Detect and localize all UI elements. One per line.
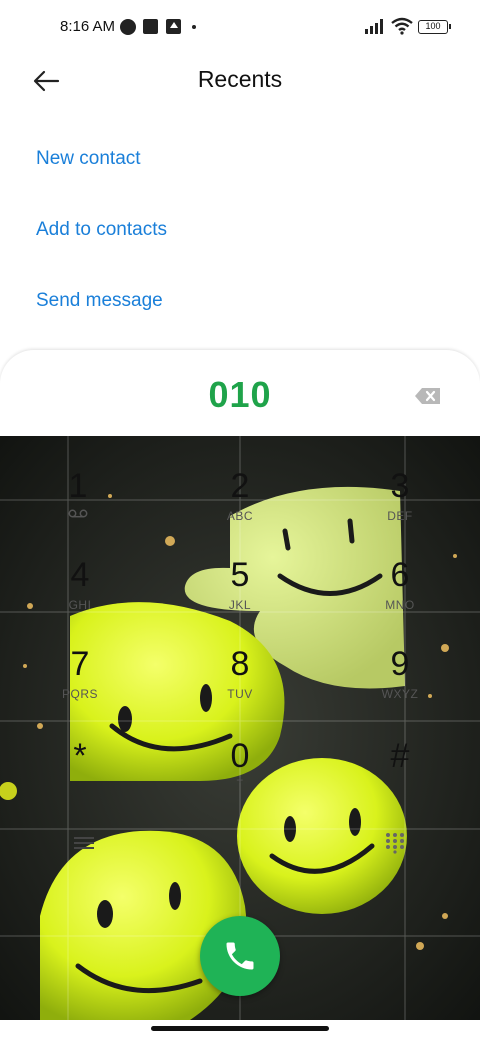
key-hash[interactable]: #	[350, 737, 450, 821]
key-digit: 8	[230, 645, 250, 683]
key-9[interactable]: 9 WXYZ	[350, 645, 450, 729]
key-6[interactable]: 6 MNO	[350, 556, 450, 640]
battery-level: 100	[425, 21, 441, 31]
new-contact-link[interactable]: New contact	[36, 148, 141, 170]
call-button[interactable]	[200, 916, 280, 996]
phone-icon	[226, 942, 254, 970]
status-bar: 8:16 AM 100	[0, 0, 480, 56]
more-notifications-icon	[192, 25, 196, 29]
send-message-link[interactable]: Send message	[36, 290, 163, 312]
status-time: 8:16 AM	[60, 18, 116, 35]
key-letters: MNO	[385, 598, 415, 612]
voicemail-icon	[68, 509, 88, 518]
key-digit: 7	[70, 645, 90, 683]
key-digit: 9	[390, 645, 410, 683]
wifi-icon	[391, 17, 413, 35]
battery-icon: 100	[418, 20, 451, 34]
home-indicator[interactable]	[151, 1026, 329, 1031]
key-star[interactable]: *	[30, 737, 130, 821]
dialpad-toggle-icon[interactable]	[385, 832, 405, 854]
key-letters: TUV	[227, 687, 253, 701]
key-8[interactable]: 8 TUV	[190, 645, 290, 729]
notification-icon	[120, 19, 136, 35]
backspace-icon[interactable]	[414, 386, 442, 406]
key-digit: 3	[390, 467, 410, 505]
key-7[interactable]: 7 PQRS	[30, 645, 130, 729]
key-5[interactable]: 5 JKL	[190, 556, 290, 640]
key-letters: DEF	[387, 509, 413, 523]
key-1[interactable]: 1	[28, 467, 128, 551]
key-digit: 4	[70, 556, 90, 594]
key-digit: 2	[230, 467, 250, 505]
dialed-number: 010	[208, 374, 272, 415]
key-2[interactable]: 2 ABC	[190, 467, 290, 551]
key-3[interactable]: 3 DEF	[350, 467, 450, 551]
key-digit: #	[390, 737, 410, 775]
key-letters: PQRS	[61, 687, 98, 701]
upload-icon	[166, 19, 181, 34]
app-icon	[143, 19, 158, 34]
page-title: Recents	[197, 66, 283, 92]
add-to-contacts-link[interactable]: Add to contacts	[36, 219, 167, 241]
key-digit: 6	[390, 556, 410, 594]
key-digit: *	[73, 737, 87, 775]
menu-icon[interactable]	[74, 835, 94, 851]
key-4[interactable]: 4 GHI	[30, 556, 130, 640]
key-0[interactable]: 0 +	[190, 737, 290, 821]
key-digit: 5	[230, 556, 250, 594]
key-letters: JKL	[228, 598, 252, 612]
key-letters: +	[236, 773, 244, 787]
signal-icon	[365, 19, 383, 34]
key-digit: 0	[230, 737, 250, 775]
key-letters: ABC	[226, 509, 254, 523]
key-letters: GHI	[68, 598, 92, 612]
key-digit: 1	[68, 467, 88, 505]
key-letters: WXYZ	[381, 687, 419, 701]
